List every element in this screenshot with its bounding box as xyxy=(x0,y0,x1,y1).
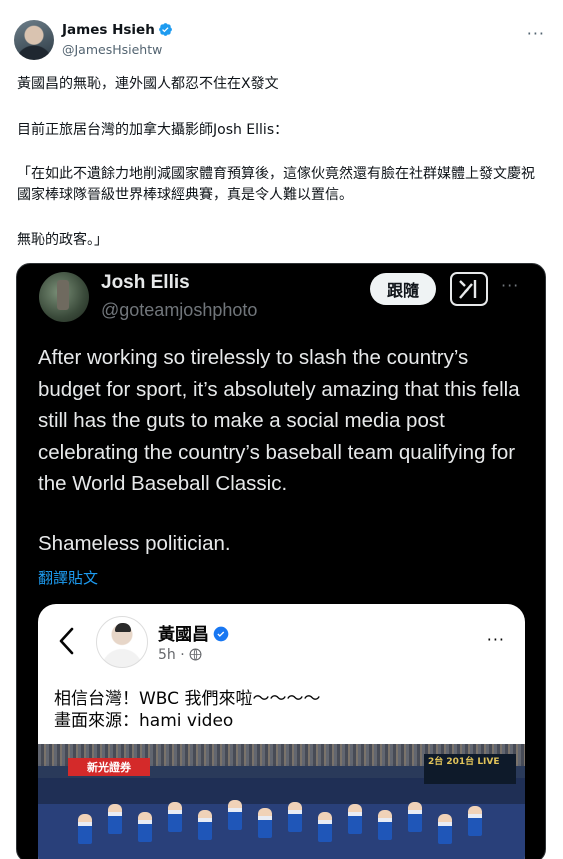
player-figure xyxy=(228,800,242,830)
card-name-row: 黃國昌 xyxy=(158,620,229,645)
player-figure xyxy=(108,804,122,834)
embed-author-handle: @goteamjoshphoto xyxy=(101,300,258,320)
tweet-author: James Hsieh @JamesHsiehtw ··· xyxy=(14,18,549,62)
player-figure xyxy=(168,802,182,832)
globe-icon xyxy=(189,648,202,661)
embedded-image[interactable]: Josh Ellis @goteamjoshphoto 跟隨 ··· After… xyxy=(16,263,546,859)
player-figure xyxy=(258,808,272,838)
more-options-button[interactable]: ··· xyxy=(527,24,545,43)
player-figure xyxy=(78,814,92,844)
player-figure xyxy=(468,806,482,836)
player-figure xyxy=(438,814,452,844)
tweet-text-line-3: 「在如此不遺餘力地削減國家體育預算後，這傢伙竟然還有臉在社群媒體上發文慶祝國家棒… xyxy=(17,166,535,203)
card-text-line-2: 畫面來源：hami video xyxy=(54,711,234,731)
verified-badge-icon xyxy=(158,23,172,36)
card-more-icon: ··· xyxy=(486,630,505,649)
player-figure xyxy=(378,810,392,840)
card-timestamp: 5h · xyxy=(158,647,185,663)
baseball-team-photo: 新光證券 2台 201台 LIVE xyxy=(38,744,525,859)
embed-author-name: Josh Ellis xyxy=(101,272,190,293)
player-figure xyxy=(318,812,332,842)
embed-body-text: After working so tirelessly to slash the… xyxy=(38,346,520,495)
grok-icon xyxy=(450,272,488,306)
author-avatar[interactable] xyxy=(14,20,54,60)
embed-avatar xyxy=(39,272,89,322)
card-meta: 5h · xyxy=(158,647,202,663)
player-figure xyxy=(138,812,152,842)
player-figure xyxy=(348,804,362,834)
card-text-line-1: 相信台灣！WBC 我們來啦～～～～ xyxy=(54,689,321,709)
embed-more-icon: ··· xyxy=(501,276,520,295)
verified-badge-icon xyxy=(213,626,229,642)
sponsor-banner: 新光證券 xyxy=(68,758,150,776)
top-edge xyxy=(0,0,563,6)
embed-body-text-2: Shameless politician. xyxy=(38,532,231,555)
player-figure xyxy=(408,802,422,832)
card-avatar xyxy=(96,616,148,668)
player-figure xyxy=(198,810,212,840)
author-handle[interactable]: @JamesHsiehtw xyxy=(62,42,162,57)
card-post-text: 相信台灣！WBC 我們來啦～～～～ 畫面來源：hami video xyxy=(54,688,514,732)
player-figure xyxy=(288,802,302,832)
tweet-text-line-2: 目前正旅居台灣的加拿大攝影師Josh Ellis： xyxy=(17,122,289,138)
author-name-row[interactable]: James Hsieh xyxy=(62,22,173,38)
live-broadcast-badge: 2台 201台 LIVE xyxy=(424,754,516,784)
back-arrow-icon xyxy=(59,627,74,655)
tweet-text-line-4: 無恥的政客。」 xyxy=(17,232,108,248)
facebook-post-card: 黃國昌 5h · ··· 相信台灣！WBC 我們來啦～～～～ 畫面來源：hami… xyxy=(38,604,525,859)
embed-follow-button: 跟隨 xyxy=(370,273,436,305)
author-name[interactable]: James Hsieh xyxy=(62,22,155,38)
translate-post-link: 翻譯貼文 xyxy=(38,569,99,587)
card-author-name: 黃國昌 xyxy=(158,625,209,645)
tweet-text-line-1: 黃國昌的無恥，連外國人都忍不住在X發文 xyxy=(17,76,279,92)
